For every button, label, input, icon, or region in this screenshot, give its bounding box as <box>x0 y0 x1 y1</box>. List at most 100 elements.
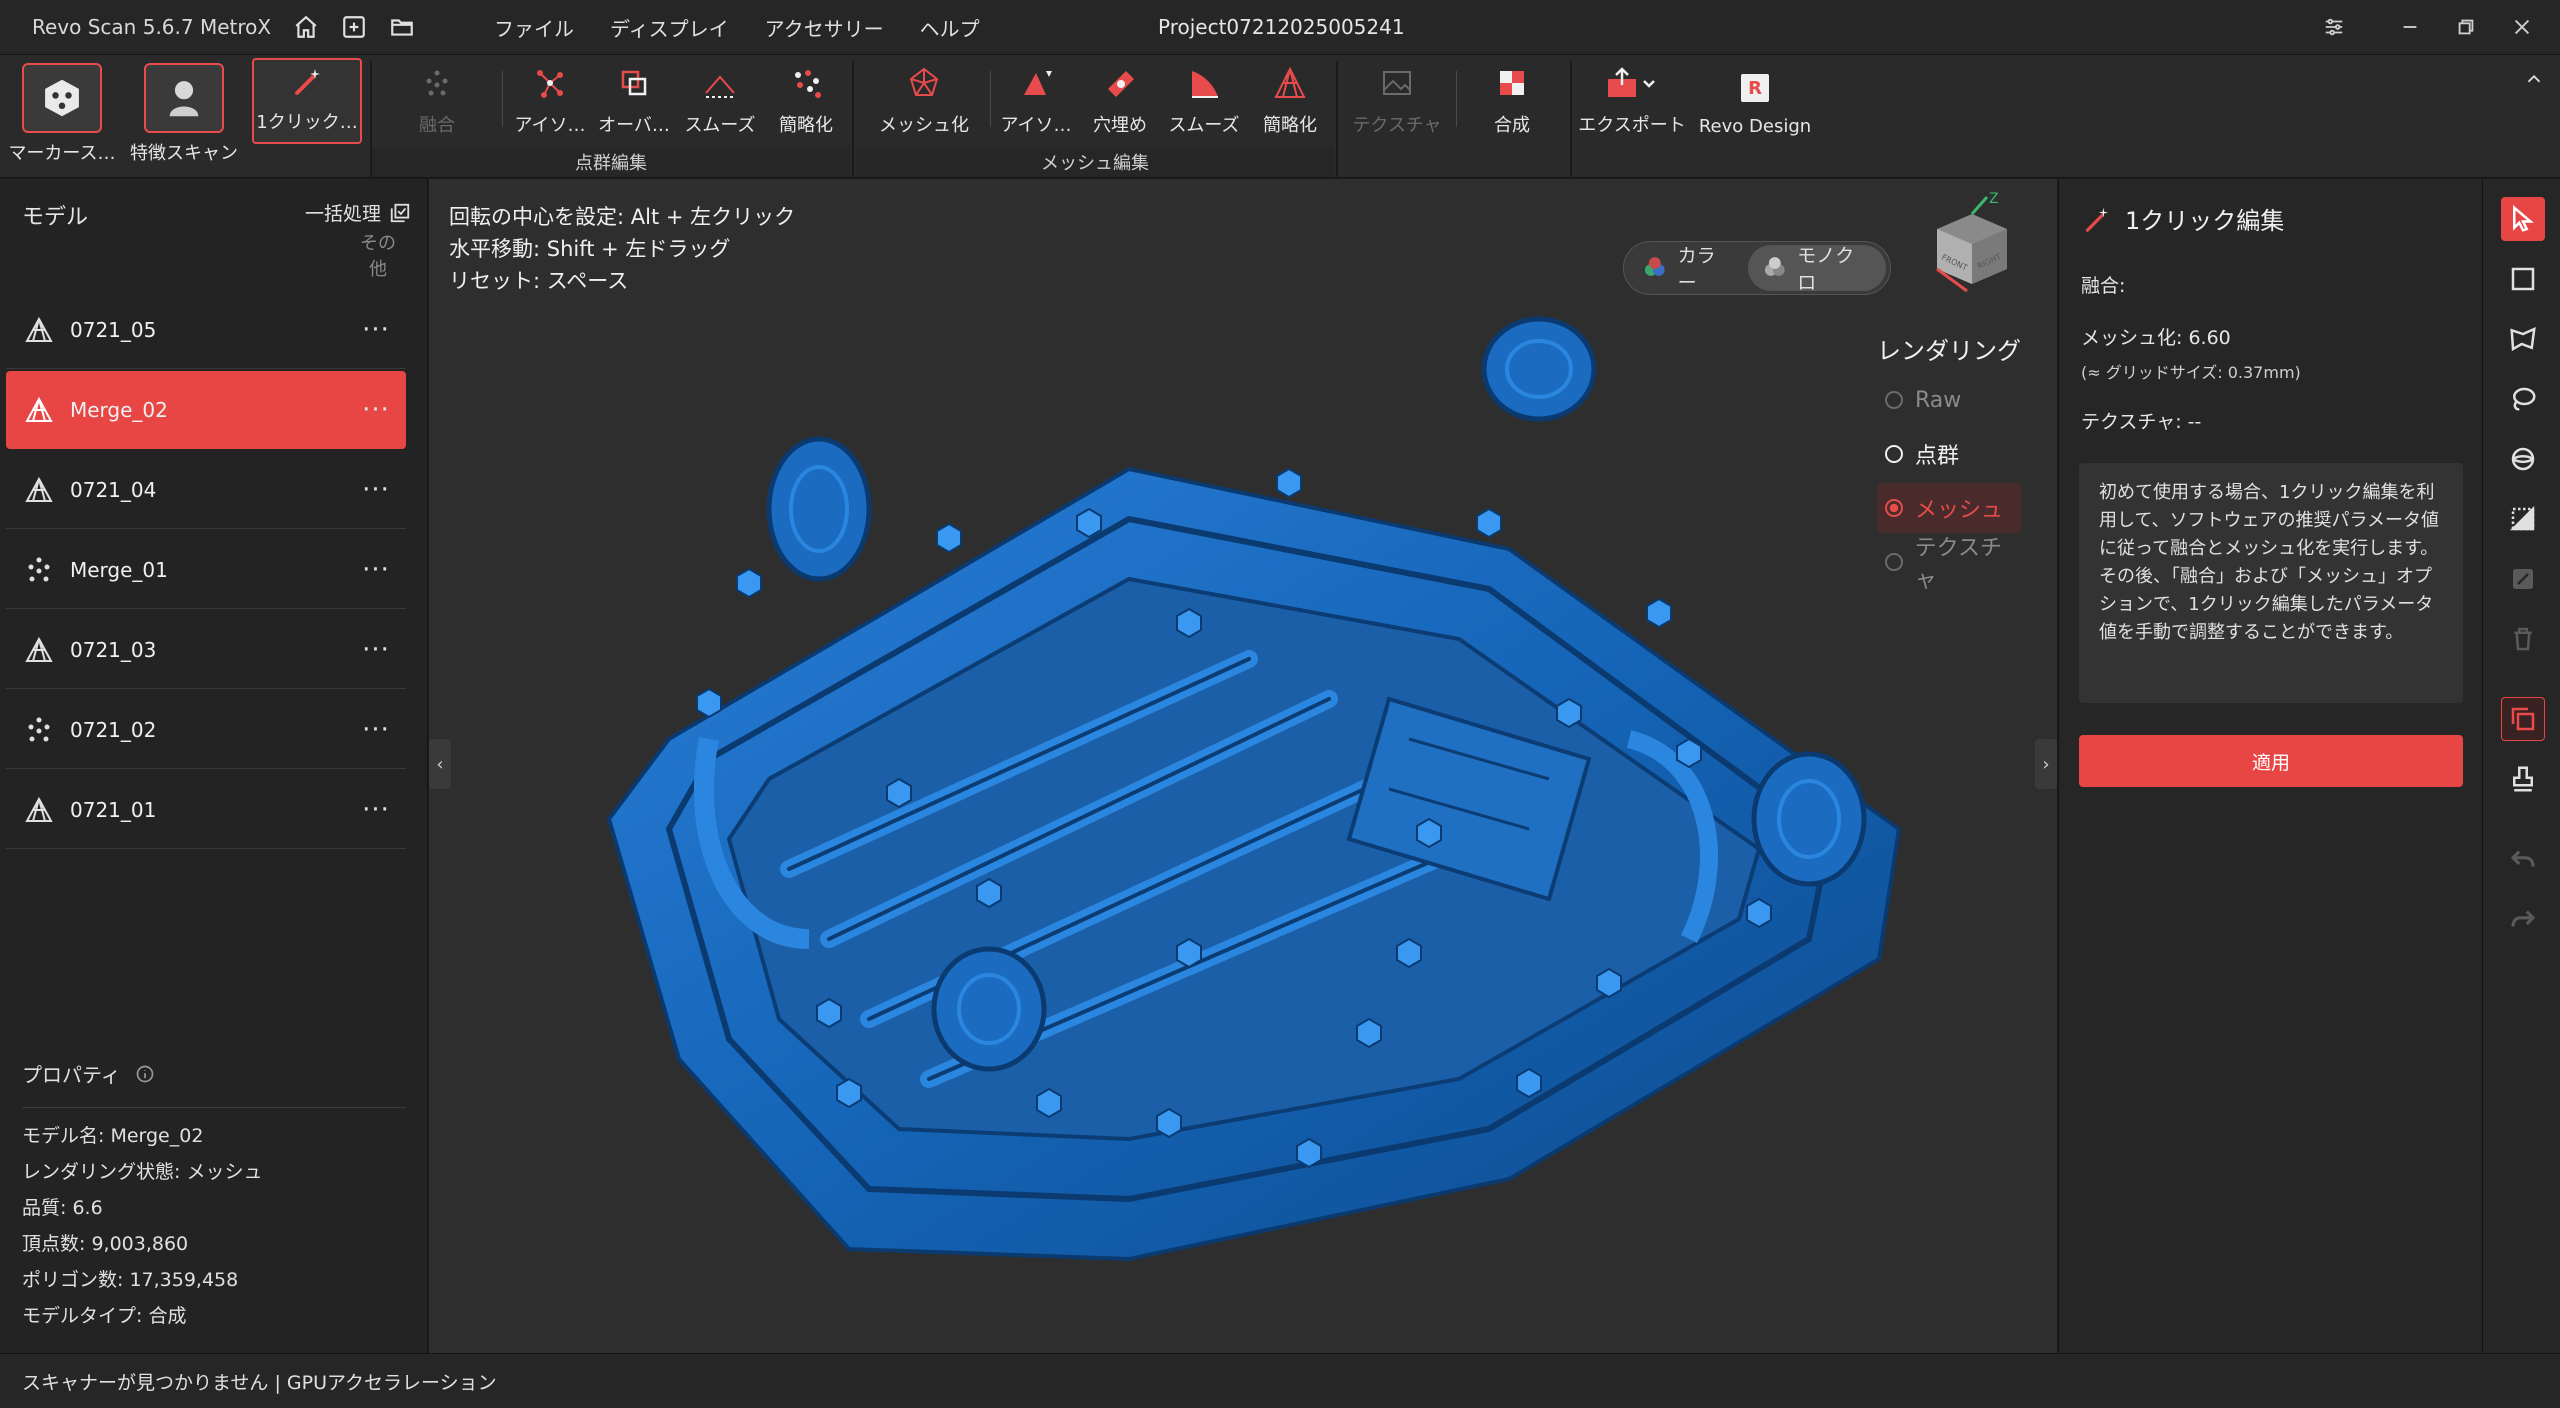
settings-sliders-icon[interactable] <box>2306 0 2362 54</box>
scanned-mesh-model[interactable] <box>429 179 2057 1353</box>
info-icon[interactable] <box>135 1064 155 1084</box>
render-option-texture[interactable]: テクスチャ <box>1877 536 2021 593</box>
texture-button[interactable]: テクスチャ <box>1348 55 1446 145</box>
close-icon[interactable] <box>2494 0 2550 54</box>
collapse-right-panel-button[interactable]: › <box>2035 739 2057 789</box>
render-option-mesh[interactable]: メッシュ <box>1877 483 2021 533</box>
toolbar-separator <box>1336 61 1338 179</box>
model-row[interactable]: 0721_05 ··· <box>6 291 406 369</box>
bust-icon <box>144 63 224 133</box>
rectangle-icon <box>2511 267 2535 291</box>
mono-mode-option[interactable]: モノクロ <box>1747 245 1886 294</box>
model-row-selected[interactable]: Merge_02 ··· <box>6 371 406 449</box>
texture-image-icon <box>1375 61 1419 105</box>
rect-select-button[interactable] <box>2501 257 2545 301</box>
color-mono-toggle[interactable]: カラー モノクロ <box>1623 241 1891 295</box>
menu-bar: ファイル ディスプレイ アクセサリー ヘルプ <box>476 13 998 42</box>
marker-scan-icon <box>22 63 102 133</box>
polygon-select-button[interactable] <box>2501 317 2545 361</box>
batch-process-button[interactable]: 一括処理 <box>305 199 411 226</box>
isolation-icon <box>528 61 572 105</box>
new-project-icon[interactable] <box>330 0 378 54</box>
more-options-icon[interactable]: ··· <box>346 395 406 425</box>
isolation-mesh-button[interactable]: アイソ… <box>998 55 1074 145</box>
simplify-mesh-icon <box>1268 61 1312 105</box>
model-row[interactable]: Merge_01 ··· <box>6 531 406 609</box>
mesh-model-icon <box>22 393 56 427</box>
overlap-button[interactable]: オーバ… <box>596 55 672 145</box>
3d-viewport[interactable]: 回転の中心を設定: Alt + 左クリック 水平移動: Shift + 左ドラッ… <box>429 179 2057 1353</box>
one-click-edit-panel: 1クリック編集 融合: メッシュ化: 6.60 (≈ グリッドサイズ: 0.37… <box>2058 179 2482 1353</box>
mono-circles-icon <box>1764 257 1785 276</box>
more-options-icon[interactable]: ··· <box>346 635 406 665</box>
more-options-icon[interactable]: ··· <box>346 315 406 345</box>
toolbar-inner-separator <box>502 71 503 127</box>
more-options-icon[interactable]: ··· <box>346 715 406 745</box>
gizmo-z-label: Z <box>1989 191 1999 207</box>
model-row[interactable]: 0721_03 ··· <box>6 611 406 689</box>
home-icon[interactable] <box>282 0 330 54</box>
more-options-icon[interactable]: ··· <box>346 555 406 585</box>
brush-select-button[interactable] <box>2501 437 2545 481</box>
render-option-raw[interactable]: Raw <box>1877 375 2021 425</box>
lasso-select-button[interactable] <box>2501 377 2545 421</box>
merge-button[interactable]: 合成 <box>1470 55 1554 145</box>
color-mode-option[interactable]: カラー <box>1628 245 1748 294</box>
undo-button[interactable] <box>2501 837 2545 881</box>
collapse-left-panel-button[interactable]: ‹ <box>429 739 451 789</box>
simplify-points-button[interactable]: 簡略化 <box>768 55 844 145</box>
view-cube-gizmo[interactable]: Z FRONT RIGHT <box>1917 189 2027 299</box>
svg-text:R: R <box>1748 78 1762 99</box>
revo-design-button[interactable]: R Revo Design <box>1699 55 1811 145</box>
duplicate-view-button[interactable] <box>2501 697 2545 741</box>
status-bar: スキャナーが見つかりません | GPUアクセラレーション <box>0 1353 2560 1408</box>
export-button[interactable]: エクスポート <box>1578 55 1686 145</box>
model-row[interactable]: 0721_04 ··· <box>6 451 406 529</box>
plane-select-button[interactable] <box>2501 497 2545 541</box>
smooth-mesh-button[interactable]: スムーズ <box>1166 55 1242 145</box>
model-row[interactable]: 0721_02 ··· <box>6 691 406 769</box>
simplify-mesh-button[interactable]: 簡略化 <box>1252 55 1328 145</box>
status-text: スキャナーが見つかりません | GPUアクセラレーション <box>22 1371 497 1394</box>
meshing-value: メッシュ化: 6.60 <box>2081 327 2231 349</box>
menu-file[interactable]: ファイル <box>476 13 592 42</box>
restore-icon[interactable] <box>2438 0 2494 54</box>
menu-help[interactable]: ヘルプ <box>902 13 998 42</box>
chevron-up-icon <box>2522 67 2546 91</box>
stamp-tool-button[interactable] <box>2501 757 2545 801</box>
prop-quality: 品質: 6.6 <box>22 1197 103 1219</box>
more-options-icon[interactable]: ··· <box>346 475 406 505</box>
toolbar: マーカース… 特徴スキャン 1クリック… 融合 アイソ… オーバ… スムーズ 簡… <box>0 54 2560 179</box>
fusion-icon <box>415 61 459 105</box>
plane-cut-icon <box>2509 505 2535 531</box>
menu-accessory[interactable]: アクセサリー <box>747 13 902 42</box>
one-click-edit-button[interactable]: 1クリック… <box>252 58 362 144</box>
isolation-points-button[interactable]: アイソ… <box>512 55 588 145</box>
render-option-pointcloud[interactable]: 点群 <box>1877 429 2021 479</box>
more-options-icon[interactable]: ··· <box>346 795 406 825</box>
minimize-icon[interactable] <box>2382 0 2438 54</box>
marker-scan-button[interactable]: マーカース… <box>6 55 118 173</box>
model-row[interactable]: 0721_01 ··· <box>6 771 406 849</box>
delete-button[interactable] <box>2501 617 2545 661</box>
hole-fill-button[interactable]: 穴埋め <box>1082 55 1158 145</box>
meshing-icon <box>902 61 946 105</box>
chevron-right-icon: › <box>2042 753 2050 775</box>
toolbar-inner-separator <box>990 71 991 127</box>
feature-scan-button[interactable]: 特徴スキャン <box>128 55 240 173</box>
right-tool-strip <box>2482 179 2560 1353</box>
redo-button[interactable] <box>2501 897 2545 941</box>
collapse-toolbar-button[interactable] <box>2516 55 2552 105</box>
fusion-button[interactable]: 融合 <box>400 55 474 145</box>
description-box: 初めて使用する場合、1クリック編集を利用して、ソフトウェアの推奨パラメータ値に従… <box>2079 463 2463 703</box>
invert-select-button[interactable] <box>2501 557 2545 601</box>
menu-display[interactable]: ディスプレイ <box>592 13 747 42</box>
smooth-points-button[interactable]: スムーズ <box>682 55 758 145</box>
invert-selection-icon <box>2513 569 2533 589</box>
open-folder-icon[interactable] <box>378 0 426 54</box>
apply-button[interactable]: 適用 <box>2079 735 2463 787</box>
meshing-button[interactable]: メッシュ化 <box>872 55 976 145</box>
select-cursor-button[interactable] <box>2501 197 2545 241</box>
project-title: Project07212025005241 <box>1158 15 1405 39</box>
batch-label: 一括処理 <box>304 203 381 225</box>
